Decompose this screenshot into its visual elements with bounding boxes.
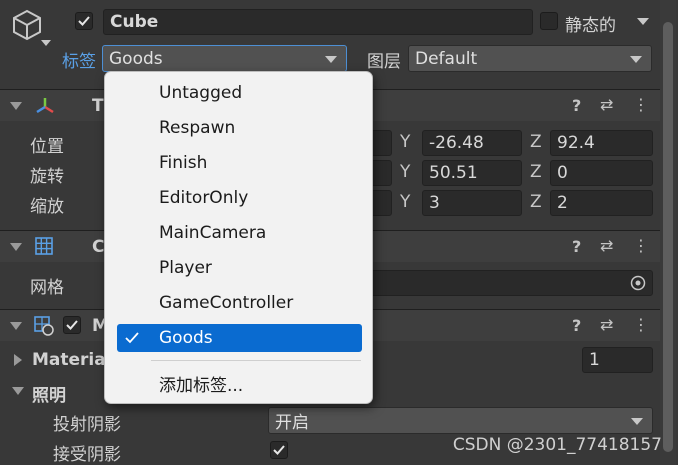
mesh-object-field[interactable]: [360, 270, 653, 296]
tag-menu-item-add-tag[interactable]: 添加标签...: [117, 369, 362, 397]
foldout-arrow-icon[interactable]: [10, 243, 22, 251]
chevron-down-icon: [631, 417, 643, 425]
help-icon[interactable]: ?: [572, 316, 581, 335]
rotation-z-value: 0: [557, 163, 568, 183]
more-icon[interactable]: ⋮: [633, 236, 649, 255]
scale-label: 缩放: [30, 197, 64, 217]
tag-dropdown[interactable]: Goods: [102, 45, 347, 72]
tag-menu-item-editoronly[interactable]: EditorOnly: [117, 184, 362, 212]
tag-menu-item-player[interactable]: Player: [117, 254, 362, 282]
presets-icon[interactable]: ⇄: [600, 95, 613, 114]
materials-count-field[interactable]: 1: [582, 347, 653, 373]
scale-z-field[interactable]: 2: [550, 190, 653, 216]
menu-item-label: Finish: [159, 153, 208, 173]
mesh-filter-title: C: [92, 237, 105, 257]
layer-dropdown[interactable]: Default: [408, 45, 652, 72]
static-label: 静态的: [565, 16, 616, 36]
tag-menu-item-maincamera[interactable]: MainCamera: [117, 219, 362, 247]
chevron-down-icon: [630, 55, 642, 63]
lighting-foldout-icon[interactable]: [12, 387, 24, 395]
scale-y-field[interactable]: 3: [422, 190, 522, 216]
cast-shadows-value: 开启: [275, 413, 309, 433]
tag-menu-item-goods[interactable]: Goods: [117, 324, 362, 352]
menu-item-label: Respawn: [159, 118, 236, 138]
mesh-label: 网格: [30, 278, 64, 298]
materials-foldout-icon[interactable]: [14, 354, 22, 366]
transform-icon: [34, 95, 56, 122]
position-y-field[interactable]: -26.48: [422, 130, 522, 156]
lighting-label: 照明: [32, 386, 66, 406]
position-z-value: 92.4: [557, 133, 595, 153]
object-picker-icon[interactable]: [630, 275, 646, 295]
more-icon[interactable]: ⋮: [633, 315, 649, 334]
gameobject-icon[interactable]: [10, 8, 51, 52]
watermark: CSDN @2301_77418157: [452, 435, 662, 455]
position-y-value: -26.48: [429, 133, 484, 153]
inspector-scrollbar[interactable]: [660, 0, 676, 465]
scale-z-axis: Z: [530, 192, 542, 212]
presets-icon[interactable]: ⇄: [600, 236, 613, 255]
cast-shadows-dropdown[interactable]: 开启: [268, 407, 653, 434]
rotation-y-field[interactable]: 50.51: [422, 160, 522, 186]
rotation-label: 旋转: [30, 167, 64, 187]
tag-menu-item-finish[interactable]: Finish: [117, 149, 362, 177]
help-icon[interactable]: ?: [572, 237, 581, 256]
position-z-field[interactable]: 92.4: [550, 130, 653, 156]
transform-title: T: [92, 96, 104, 116]
tag-dropdown-value: Goods: [109, 48, 163, 69]
receive-shadows-checkbox[interactable]: [270, 441, 288, 459]
tag-label: 标签: [62, 52, 96, 72]
menu-item-label: GameController: [159, 293, 294, 313]
grid-icon: [34, 236, 54, 261]
menu-item-label: EditorOnly: [159, 188, 249, 208]
layer-dropdown-value: Default: [415, 48, 478, 69]
active-checkbox[interactable]: [75, 12, 93, 30]
more-icon[interactable]: ⋮: [633, 95, 649, 114]
tag-menu-item-gamecontroller[interactable]: GameController: [117, 289, 362, 317]
scale-y-value: 3: [429, 193, 440, 213]
help-icon[interactable]: ?: [572, 96, 581, 115]
scrollbar-thumb[interactable]: [663, 22, 673, 452]
rotation-y-axis: Y: [400, 162, 411, 182]
menu-separator: [151, 360, 361, 361]
rotation-y-value: 50.51: [429, 163, 478, 183]
position-y-axis: Y: [400, 132, 411, 152]
materials-label: Materia: [32, 350, 106, 370]
tag-menu-item-respawn[interactable]: Respawn: [117, 114, 362, 142]
foldout-arrow-icon[interactable]: [10, 102, 22, 110]
rotation-z-axis: Z: [530, 162, 542, 182]
position-label: 位置: [30, 137, 64, 157]
menu-item-label: Goods: [159, 328, 213, 348]
menu-item-label: 添加标签...: [159, 375, 244, 396]
tag-menu-item-untagged[interactable]: Untagged: [117, 79, 362, 107]
foldout-arrow-icon[interactable]: [10, 322, 22, 330]
static-dropdown-arrow[interactable]: [637, 18, 649, 25]
scale-y-axis: Y: [400, 192, 411, 212]
cast-shadows-label: 投射阴影: [53, 415, 121, 435]
rotation-z-field[interactable]: 0: [550, 160, 653, 186]
object-name-text: Cube: [110, 12, 159, 32]
menu-item-label: Player: [159, 258, 212, 278]
object-name-field[interactable]: Cube: [103, 9, 533, 35]
chevron-down-icon: [325, 55, 337, 63]
presets-icon[interactable]: ⇄: [600, 315, 613, 334]
chevron-down-icon: [41, 40, 51, 46]
layer-label: 图层: [367, 52, 401, 72]
checkmark-icon: [123, 329, 141, 352]
position-z-axis: Z: [530, 132, 542, 152]
scale-z-value: 2: [557, 193, 568, 213]
menu-item-label: Untagged: [159, 83, 243, 103]
menu-item-label: MainCamera: [159, 223, 267, 243]
renderer-enabled-checkbox[interactable]: [63, 316, 81, 334]
static-checkbox[interactable]: [540, 12, 558, 30]
materials-count-value: 1: [589, 350, 600, 370]
receive-shadows-label: 接受阴影: [53, 445, 121, 465]
mesh-renderer-icon: [33, 315, 55, 342]
tag-dropdown-menu: Untagged Respawn Finish EditorOnly MainC…: [104, 71, 373, 404]
